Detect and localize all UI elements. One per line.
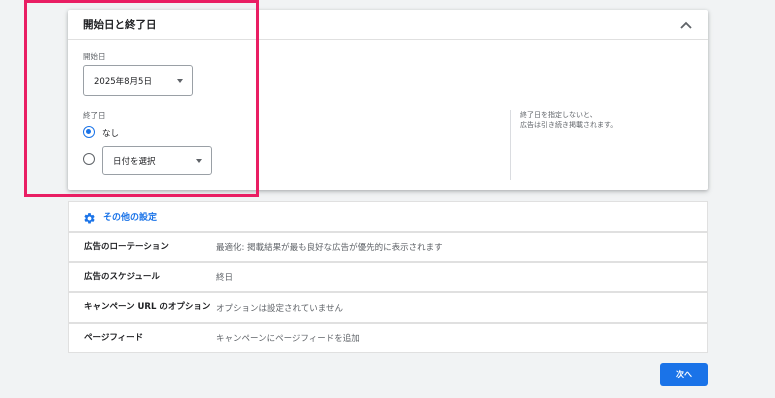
start-date-dropdown[interactable]: 2025年8月5日 [83,65,193,96]
end-date-radio[interactable] [83,153,95,165]
row-value: 終日 [216,273,234,283]
settings-row-url-options[interactable]: キャンペーン URL のオプション オプションは設定されていません [68,292,708,323]
start-date-value: 2025年8月5日 [94,76,152,87]
start-date-label: 開始日 [83,52,106,61]
row-value: オプションは設定されていません [216,303,343,314]
end-date-placeholder: 日付を選択 [113,156,156,167]
row-label: ページフィード [84,332,144,343]
date-card-body: 開始日 2025年8月5日 終了日 なし 日付を選択 終了日を指定しないと、 広… [68,40,708,190]
caret-down-icon [196,158,202,163]
chevron-up-icon[interactable] [679,18,693,32]
next-button[interactable]: 次へ [660,363,708,386]
settings-row-ad-rotation[interactable]: 広告のローテーション 最適化: 掲載結果が最も良好な広告が優先的に表示されます [68,232,708,262]
end-none-radio[interactable] [83,126,95,138]
end-date-dropdown[interactable]: 日付を選択 [102,146,212,175]
caret-down-icon [177,78,183,83]
other-settings-header[interactable]: その他の設定 [68,201,708,232]
side-divider [510,110,511,180]
help-text-line-2: 広告は引き続き掲載されます。 [520,121,618,129]
date-card: 開始日と終了日 開始日 2025年8月5日 終了日 なし 日付を選択 終了日を指… [68,10,708,190]
row-value: キャンペーンにページフィードを追加 [216,334,360,344]
row-label: 広告のスケジュール [84,271,160,282]
date-card-title: 開始日と終了日 [83,19,157,31]
row-label: 広告のローテーション [84,241,169,252]
settings-row-ad-schedule[interactable]: 広告のスケジュール 終日 [68,262,708,292]
row-label: キャンペーン URL のオプション [84,302,211,312]
row-value: 最適化: 掲載結果が最も良好な広告が優先的に表示されます [216,243,443,253]
end-date-help-text: 終了日を指定しないと、 広告は引き続き掲載されます。 [520,110,617,130]
end-none-label: なし [102,129,120,139]
date-card-header[interactable]: 開始日と終了日 [68,10,708,40]
help-text-line-1: 終了日を指定しないと、 [520,111,597,119]
other-settings-link[interactable]: その他の設定 [103,210,157,223]
settings-row-page-feed[interactable]: ページフィード キャンペーンにページフィードを追加 [68,323,708,353]
gear-icon [83,210,96,224]
end-date-label: 終了日 [83,111,106,120]
